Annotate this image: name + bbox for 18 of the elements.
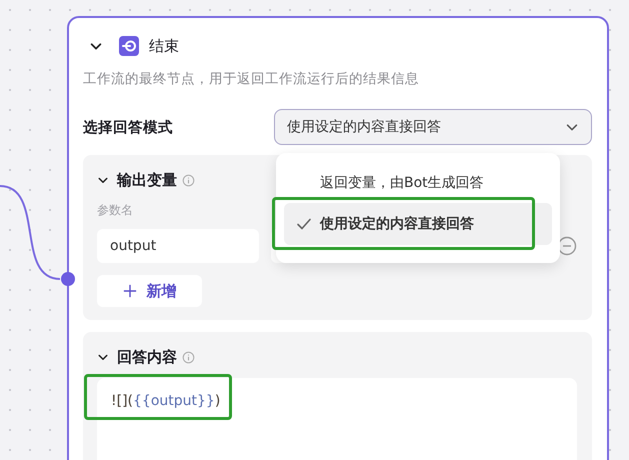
node-description: 工作流的最终节点，用于返回工作流运行后的结果信息 [83,70,420,88]
input-field[interactable]: output [97,229,259,263]
dropdown-option[interactable]: 返回变量，由Bot生成回答 [284,166,552,200]
section-title: 输出变量 [117,170,177,190]
info-icon [182,174,195,186]
section-title: 回答内容 [117,348,177,366]
plus-icon [122,284,136,298]
field-label: 选择回答模式 [83,118,173,136]
node-title: 结束 [149,36,179,56]
answer-text: ![]({{output}}) [111,393,220,409]
end-node-icon [119,36,139,56]
info-icon [182,350,195,364]
add-button[interactable]: 新增 [97,275,202,307]
column-label: 参数名 [97,202,134,219]
answer-editor[interactable]: ![]({{output}}) [97,378,577,460]
dropdown-option[interactable]: 使用设定的内容直接回答 [284,203,552,245]
answer-mode-select[interactable]: 使用设定的内容直接回答 [274,109,592,145]
check-icon [296,216,312,232]
